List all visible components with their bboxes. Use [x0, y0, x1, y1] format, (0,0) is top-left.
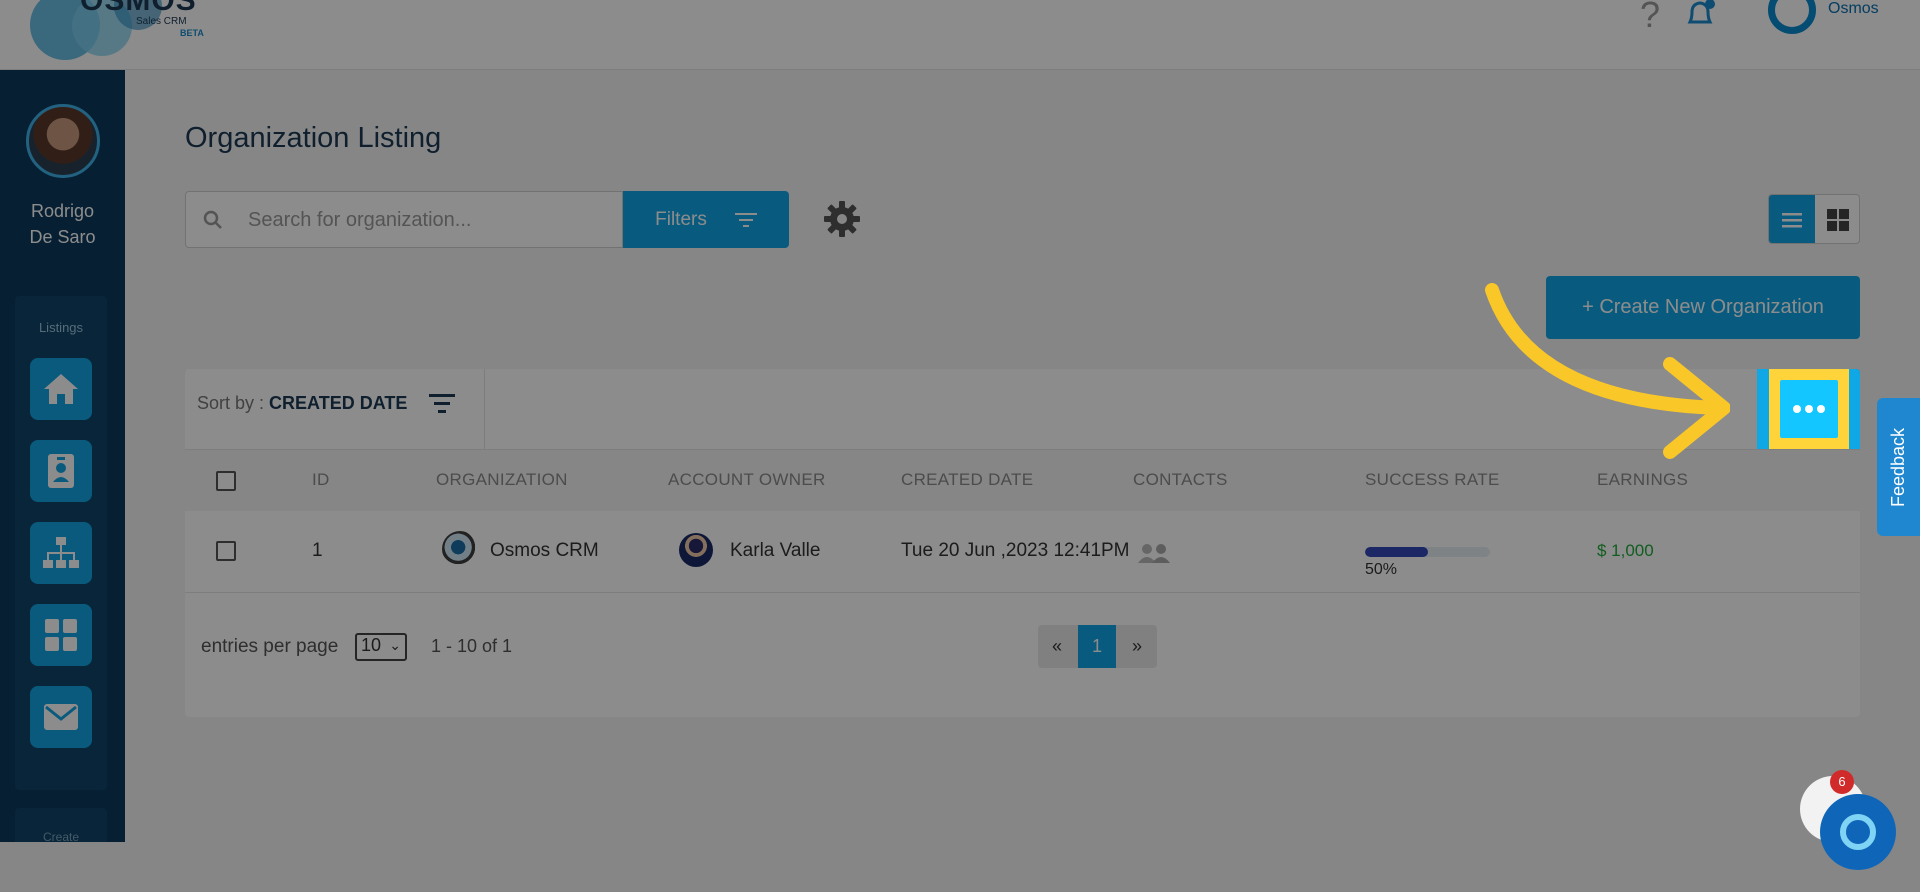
organization-logo	[442, 531, 478, 567]
chat-icon	[1840, 814, 1876, 850]
sidebar-item-organizations[interactable]	[30, 522, 92, 584]
search-input[interactable]	[248, 204, 608, 236]
view-toggle	[1768, 194, 1860, 244]
sort-label: Sort by : CREATED DATE	[197, 393, 407, 414]
profile-name: Rodrigo De Saro	[29, 201, 96, 247]
create-panel: Create	[15, 808, 107, 842]
highlight-box	[1769, 369, 1849, 449]
column-header-created-date[interactable]: CREATED DATE	[901, 470, 1033, 490]
sidebar-item-dashboard[interactable]	[30, 604, 92, 666]
tutorial-arrow	[1485, 283, 1730, 459]
logo-beta-tag: BETA	[180, 28, 204, 38]
column-header-organization[interactable]: ORGANIZATION	[436, 470, 568, 490]
filters-label: Filters	[655, 208, 707, 230]
sort-prefix: Sort by :	[197, 393, 270, 413]
grid-icon	[45, 619, 77, 651]
sidebar-item-home[interactable]	[30, 358, 92, 420]
entries-per-page-select[interactable]: 10 ⌄	[355, 633, 407, 661]
question-icon[interactable]: ?	[1640, 0, 1660, 36]
filters-button[interactable]: Filters	[623, 191, 789, 248]
listings-panel: Listings	[15, 296, 107, 790]
gear-icon[interactable]	[823, 200, 861, 238]
pagination-prev[interactable]: «	[1038, 625, 1076, 668]
logo-subtitle: Sales CRM	[136, 16, 187, 27]
osmos-logo[interactable]: OSMOS Sales CRM BETA	[30, 0, 220, 60]
create-label: Create	[42, 830, 80, 842]
highlight-spotlight	[1757, 369, 1860, 449]
list-view-button[interactable]	[1769, 195, 1815, 243]
chat-badge: 6	[1830, 770, 1854, 794]
filter-icon	[734, 212, 757, 227]
mail-icon	[44, 704, 78, 730]
success-rate-label: 50%	[1365, 561, 1398, 578]
owner-avatar	[679, 533, 713, 567]
success-rate-fill	[1365, 547, 1428, 557]
sort-control[interactable]: Sort by : CREATED DATE	[185, 369, 485, 449]
created-date: Tue 20 Jun ,2023 12:41PM	[901, 540, 1130, 561]
bell-icon[interactable]	[1684, 0, 1716, 26]
home-icon	[44, 374, 78, 404]
user-avatar[interactable]	[1768, 0, 1816, 34]
column-header-contacts[interactable]: CONTACTS	[1133, 470, 1228, 490]
entries-per-page-label: entries per page	[201, 636, 339, 657]
account-owner-name[interactable]: Karla Valle	[730, 540, 820, 562]
column-header-account-owner[interactable]: ACCOUNT OWNER	[668, 470, 826, 490]
org-chart-icon	[43, 537, 79, 568]
sort-icon[interactable]	[427, 391, 457, 415]
top-bar: OSMOS Sales CRM BETA ? Osmos	[0, 0, 1920, 70]
sidebar: Rodrigo De Saro Listings Create	[0, 70, 125, 842]
sidebar-item-contacts[interactable]	[30, 440, 92, 502]
feedback-label: Feedback	[1888, 427, 1908, 507]
chat-launcher-button[interactable]	[1820, 794, 1896, 870]
row-id: 1	[312, 540, 323, 561]
listings-label: Listings	[38, 320, 84, 335]
feedback-tab[interactable]: Feedback	[1877, 398, 1920, 536]
success-rate-bar	[1365, 547, 1490, 557]
pagination-page-1[interactable]: 1	[1078, 625, 1116, 668]
contact-card-icon	[48, 454, 74, 488]
entries-per-page-value: 10	[361, 635, 382, 655]
organization-name[interactable]: Osmos CRM	[490, 540, 599, 562]
more-actions-button[interactable]	[1780, 380, 1838, 438]
pagination-next[interactable]: »	[1118, 625, 1156, 668]
column-header-id[interactable]: ID	[312, 470, 330, 490]
column-header-success-rate[interactable]: SUCCESS RATE	[1365, 470, 1500, 490]
grid-icon	[1827, 209, 1849, 231]
sort-value: CREATED DATE	[269, 393, 408, 413]
sidebar-item-mail[interactable]	[30, 686, 92, 748]
pagination: « 1 »	[1038, 625, 1157, 668]
pagination-range: 1 - 10 of 1	[431, 636, 513, 656]
chat-widget[interactable]: 6	[1800, 770, 1896, 870]
column-header-earnings[interactable]: EARNINGS	[1597, 470, 1688, 490]
row-checkbox[interactable]	[216, 541, 236, 561]
contacts-icon[interactable]	[1135, 541, 1175, 565]
select-all-checkbox[interactable]	[216, 471, 236, 491]
grid-view-button[interactable]	[1815, 195, 1859, 243]
chevron-down-icon: ⌄	[389, 637, 401, 653]
earnings-value: $ 1,000	[1597, 541, 1654, 560]
search-icon	[203, 210, 222, 229]
table-row[interactable]: 1 Osmos CRM Karla Valle Tue 20 Jun ,2023…	[185, 511, 1860, 593]
page-title: Organization Listing	[185, 122, 442, 154]
list-icon	[1782, 213, 1802, 228]
profile-avatar[interactable]	[26, 104, 100, 178]
header-user-name[interactable]: Osmos	[1828, 0, 1879, 18]
search-box	[185, 191, 623, 248]
